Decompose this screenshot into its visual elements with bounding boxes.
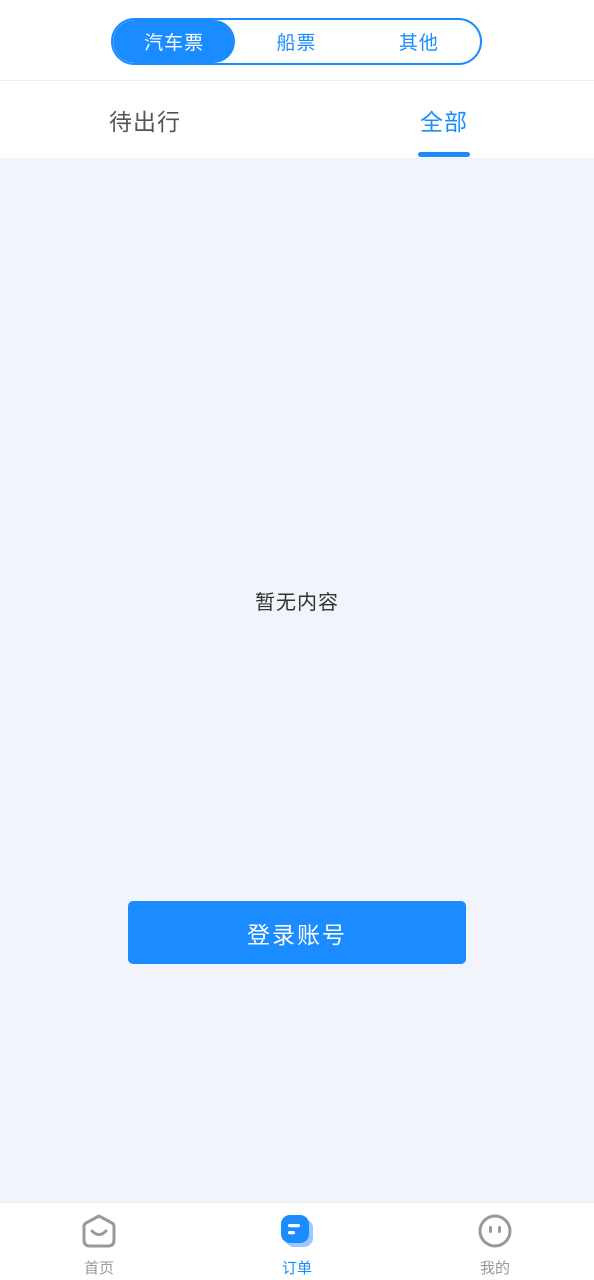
empty-state-text: 暂无内容 <box>255 590 339 614</box>
home-icon <box>82 1214 116 1248</box>
tab-pending[interactable]: 待出行 <box>100 82 190 158</box>
nav-label-home: 首页 <box>83 1259 114 1277</box>
login-button[interactable]: 登录账号 <box>128 901 466 964</box>
segment-other[interactable]: 其他 <box>358 20 480 63</box>
tab-all[interactable]: 全部 <box>404 82 484 158</box>
order-list-area: 暂无内容 登录账号 <box>0 158 594 1202</box>
ticket-type-segmented-control: 汽车票 船票 其他 <box>111 18 482 65</box>
segment-ship-ticket[interactable]: 船票 <box>235 20 357 63</box>
active-tab-indicator <box>418 152 470 157</box>
nav-item-home[interactable]: 首页 <box>39 1203 159 1280</box>
bottom-nav: 首页 订单 我的 <box>0 1202 594 1280</box>
nav-label-orders: 订单 <box>281 1259 312 1277</box>
orders-page: 汽车票 船票 其他 待出行 全部 暂无内容 登录账号 首页 订单 我的 <box>0 0 594 1280</box>
orders-icon <box>281 1215 313 1247</box>
profile-icon <box>478 1214 512 1248</box>
order-status-tabs: 待出行 全部 <box>0 82 594 158</box>
nav-item-orders[interactable]: 订单 <box>237 1203 357 1280</box>
nav-item-mine[interactable]: 我的 <box>435 1203 555 1280</box>
segment-bus-ticket[interactable]: 汽车票 <box>113 20 236 63</box>
nav-label-mine: 我的 <box>479 1259 510 1277</box>
top-bar: 汽车票 船票 其他 <box>0 0 594 81</box>
